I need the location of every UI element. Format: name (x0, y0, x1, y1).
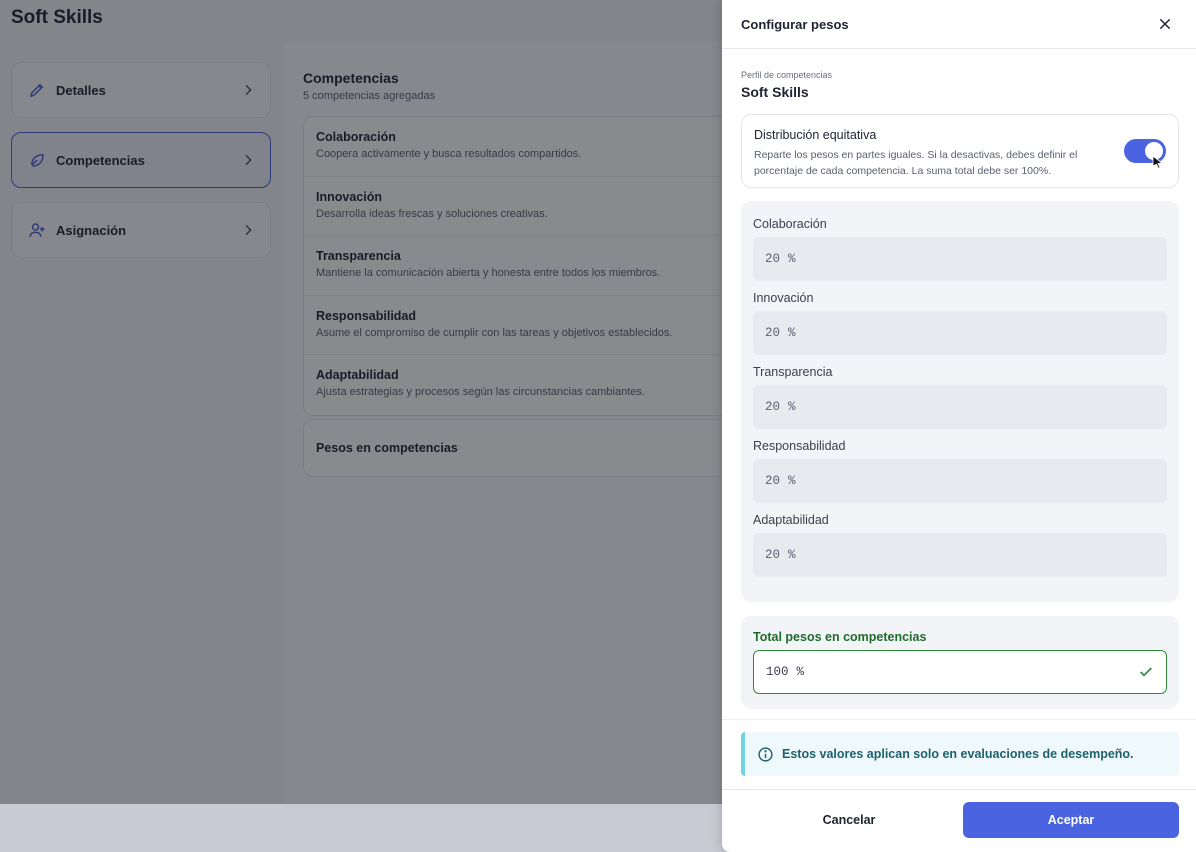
total-unit: % (796, 665, 805, 679)
weight-value: 20 (765, 326, 781, 340)
weight-label: Adaptabilidad (753, 513, 829, 527)
accept-button[interactable]: Aceptar (963, 802, 1179, 838)
weight-field-colaboracion: Colaboración 20 % (753, 215, 1167, 281)
mouse-cursor-icon (1152, 155, 1164, 169)
weight-input[interactable]: 20 % (753, 459, 1167, 503)
weight-unit: % (788, 548, 796, 562)
total-input: 100 % (753, 650, 1167, 694)
weight-unit: % (788, 474, 796, 488)
info-banner: Estos valores aplican solo en evaluacion… (741, 732, 1179, 776)
equal-distribution-card: Distribución equitativa Reparte los peso… (741, 114, 1179, 188)
profile-name: Soft Skills (741, 84, 809, 100)
profile-label: Perfil de competencias (741, 70, 833, 80)
total-weights-card: Total pesos en competencias 100 % (741, 616, 1179, 709)
weight-input[interactable]: 20 % (753, 385, 1167, 429)
total-label: Total pesos en competencias (753, 630, 927, 644)
weight-field-responsabilidad: Responsabilidad 20 % (753, 437, 1167, 503)
weight-label: Transparencia (753, 365, 833, 379)
total-value: 100 (766, 665, 789, 679)
weight-value: 20 (765, 474, 781, 488)
weight-unit: % (788, 326, 796, 340)
info-text: Estos valores aplican solo en evaluacion… (782, 747, 1134, 761)
weights-card: Colaboración 20 % Innovación 20 % Transp… (741, 201, 1179, 602)
weight-unit: % (788, 400, 796, 414)
check-icon (1140, 667, 1152, 677)
weight-value: 20 (765, 548, 781, 562)
weight-label: Responsabilidad (753, 439, 846, 453)
weight-field-innovacion: Innovación 20 % (753, 289, 1167, 355)
drawer-title: Configurar pesos (741, 16, 849, 32)
weight-unit: % (788, 252, 796, 266)
toggle-title: Distribución equitativa (754, 128, 877, 142)
weight-field-adaptabilidad: Adaptabilidad 20 % (753, 511, 1167, 577)
weight-field-transparencia: Transparencia 20 % (753, 363, 1167, 429)
toggle-description: Reparte los pesos en partes iguales. Si … (754, 149, 1078, 177)
divider (722, 789, 1196, 790)
weight-label: Colaboración (753, 217, 827, 231)
drawer-header: Configurar pesos (722, 0, 1196, 49)
weight-input[interactable]: 20 % (753, 533, 1167, 577)
cancel-button[interactable]: Cancelar (741, 802, 957, 838)
divider (722, 719, 1196, 720)
weight-value: 20 (765, 252, 781, 266)
weight-input[interactable]: 20 % (753, 237, 1167, 281)
weight-value: 20 (765, 400, 781, 414)
configure-weights-drawer: Configurar pesos Perfil de competencias … (722, 0, 1196, 852)
close-icon (1159, 18, 1171, 30)
weight-input[interactable]: 20 % (753, 311, 1167, 355)
close-button[interactable] (1153, 12, 1177, 36)
weight-label: Innovación (753, 291, 814, 305)
info-icon (758, 746, 773, 762)
